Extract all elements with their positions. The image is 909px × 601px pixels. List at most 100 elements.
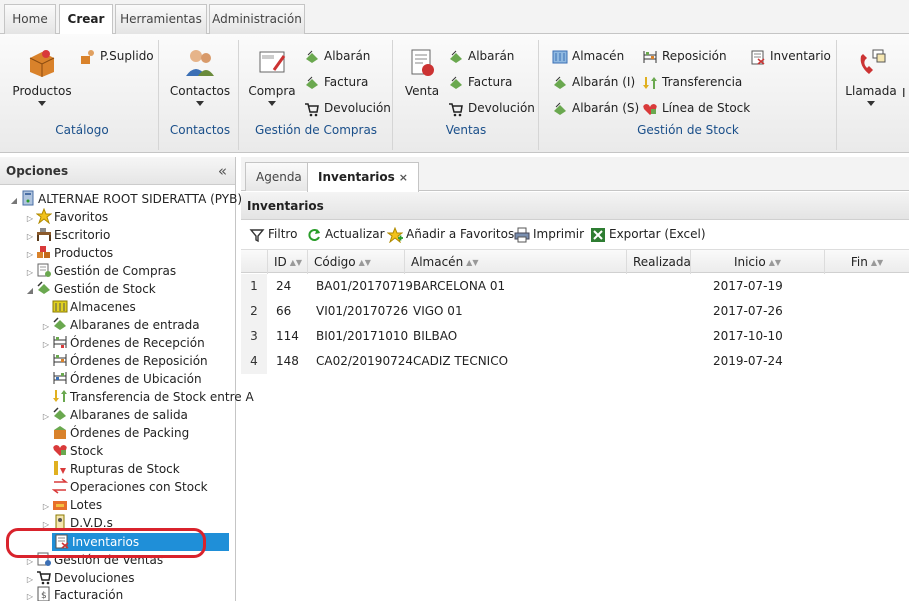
tree-item-ordenes-ubicacion[interactable]: Órdenes de Ubicación — [40, 370, 202, 388]
sort-icon[interactable]: ▲▼ — [359, 251, 371, 275]
tree-item-label: Rupturas de Stock — [70, 462, 180, 476]
albaran-i-button[interactable]: Albarán (I) — [552, 72, 635, 92]
exportar-excel-button[interactable]: Exportar (Excel) — [590, 225, 706, 243]
imprimir-button[interactable]: Imprimir — [514, 225, 584, 243]
compras-albaran-button[interactable]: Albarán — [304, 46, 370, 66]
chevron-down-icon[interactable] — [867, 101, 875, 106]
venta-button[interactable]: Venta — [400, 46, 444, 98]
collapse-icon[interactable]: « — [218, 157, 227, 185]
reposicion-button[interactable]: Reposición — [642, 46, 727, 66]
tree-item-ordenes-reposicion[interactable]: Órdenes de Reposición — [40, 352, 208, 370]
phone-icon — [860, 49, 886, 74]
tree-item-label: Gestión de Stock — [54, 282, 156, 296]
tree-item-albaranes-salida[interactable]: ▷ Albaranes de salida — [40, 406, 188, 424]
boxes-icon — [37, 246, 50, 258]
albaran-s-button[interactable]: Albarán (S) — [552, 98, 639, 118]
tree-item-albaranes-entrada[interactable]: ▷ Albaranes de entrada — [40, 316, 200, 334]
chevron-down-icon[interactable] — [196, 101, 204, 106]
tree-root[interactable]: ◢ ALTERNAE ROOT SIDERATTA (PYB) — [8, 190, 242, 208]
tree-item-lotes[interactable]: ▷ Lotes — [40, 496, 102, 514]
reception-icon — [53, 336, 67, 348]
table-row[interactable]: 2 66 VI01/20170726 VIGO 01 2017-07-26 — [241, 299, 909, 324]
close-icon[interactable]: × — [399, 171, 408, 184]
tab-administracion[interactable]: Administración — [209, 4, 305, 34]
compra-button[interactable]: Compra — [244, 46, 300, 106]
tree-item-almacenes[interactable]: Almacenes — [40, 298, 136, 316]
tab-crear[interactable]: Crear — [59, 4, 113, 35]
table-row[interactable]: 4 148 CA02/20190724 CADIZ TECNICO 2019-0… — [241, 349, 909, 374]
almacen-button[interactable]: Almacén — [552, 46, 624, 66]
star-icon — [36, 208, 52, 224]
column-header-realizada[interactable]: Realizada — [626, 250, 691, 274]
ventas-devolucion-button[interactable]: Devolución — [448, 98, 535, 118]
compras-devolucion-label: Devolución — [324, 101, 391, 115]
table-row[interactable]: 1 24 BA01/20170719 BARCELONA 01 2017-07-… — [241, 274, 909, 299]
column-header-codigo[interactable]: Código ▲▼ — [307, 250, 403, 274]
tree-item-ordenes-recepcion[interactable]: ▷ Órdenes de Recepción — [40, 334, 205, 352]
transferencia-label: Transferencia — [662, 75, 743, 89]
tab-herramientas[interactable]: Herramientas — [115, 4, 207, 34]
transferencia-button[interactable]: Transferencia — [642, 72, 742, 92]
group-ventas: Ventas — [445, 123, 487, 137]
llamada-label: Llamada — [845, 84, 897, 98]
column-header-label: Realizada — [633, 255, 691, 269]
refresh-icon — [308, 228, 320, 241]
anadir-favoritos-button[interactable]: Añadir a Favoritos — [387, 225, 514, 243]
tab-inventarios[interactable]: Inventarios × — [307, 162, 419, 192]
printer-icon — [514, 227, 530, 242]
tree-item-operaciones-stock[interactable]: Operaciones con Stock — [40, 478, 208, 496]
column-header-almacen[interactable]: Almacén ▲▼ — [404, 250, 626, 274]
tree-item-gestion-compras[interactable]: ▷ Gestión de Compras — [24, 262, 176, 280]
reposicion-label: Reposición — [662, 49, 727, 63]
invoice-icon — [259, 51, 286, 73]
column-header-inicio[interactable]: Inicio ▲▼ — [690, 250, 824, 274]
column-header-fin[interactable]: Fin ▲▼ — [824, 250, 909, 274]
sort-icon[interactable]: ▲▼ — [769, 251, 781, 275]
cell-codigo: VI01/20170726 — [316, 304, 409, 318]
collapsed-arrow-icon[interactable]: ▷ — [24, 588, 36, 601]
tree-item-label: Gestión de Compras — [54, 264, 177, 278]
sort-icon[interactable]: ▲▼ — [290, 251, 302, 275]
packing-icon — [54, 426, 66, 439]
tab-home[interactable]: Home — [4, 4, 56, 34]
tree-item-label: Órdenes de Ubicación — [70, 372, 202, 386]
table-row[interactable]: 3 114 BI01/20171010 BILBAO 2017-10-10 — [241, 324, 909, 349]
psuplido-button[interactable]: P.Suplido — [80, 46, 154, 66]
tree-item-rupturas-stock[interactable]: Rupturas de Stock — [40, 460, 180, 478]
compras-devolucion-button[interactable]: Devolución — [304, 98, 391, 118]
compras-factura-button[interactable]: Factura — [304, 72, 368, 92]
inventario-button[interactable]: Inventario — [750, 46, 831, 66]
expanded-arrow-icon[interactable]: ◢ — [24, 282, 36, 300]
column-header-id[interactable]: ID ▲▼ — [267, 250, 307, 274]
tree-item-devoluciones[interactable]: ▷ Devoluciones — [24, 569, 135, 587]
productos-label: Productos — [12, 84, 72, 98]
tree-item-label: Stock — [70, 444, 104, 458]
chevron-down-icon[interactable] — [268, 101, 276, 106]
expanded-arrow-icon[interactable]: ◢ — [8, 192, 20, 210]
tree-item-ordenes-packing[interactable]: Órdenes de Packing — [40, 424, 189, 442]
linea-stock-button[interactable]: Línea de Stock — [642, 98, 750, 118]
group-gestion-compras: Gestión de Compras — [254, 123, 378, 137]
actualizar-button[interactable]: Actualizar — [306, 225, 385, 243]
tree-item-stock[interactable]: Stock — [40, 442, 103, 460]
chevron-down-icon[interactable] — [38, 101, 46, 106]
sort-icon[interactable]: ▲▼ — [466, 251, 478, 275]
tree-item-transferencia-stock[interactable]: Transferencia de Stock entre A — [40, 388, 254, 406]
ventas-factura-button[interactable]: Factura — [448, 72, 512, 92]
ventas-albaran-button[interactable]: Albarán — [448, 46, 514, 66]
exportar-excel-label: Exportar (Excel) — [609, 227, 706, 241]
tree-item-gestion-stock[interactable]: ◢ Gestión de Stock — [24, 280, 156, 298]
llamada-button[interactable]: Llamada — [844, 46, 898, 106]
sort-icon[interactable]: ▲▼ — [871, 251, 883, 275]
tree-item-facturacion[interactable]: ▷ $ Facturación — [24, 586, 123, 601]
productos-button[interactable]: Productos — [10, 46, 74, 106]
contacts-icon — [186, 50, 214, 76]
tree-item-escritorio[interactable]: ▷ Escritorio — [24, 226, 110, 244]
excel-icon — [591, 227, 605, 242]
tree-item-productos[interactable]: ▷ Productos — [24, 244, 113, 262]
tab-agenda[interactable]: Agenda — [245, 162, 313, 191]
tree-item-favoritos[interactable]: ▷ Favoritos — [24, 208, 108, 226]
contactos-button[interactable]: Contactos — [168, 46, 232, 106]
divider — [392, 40, 393, 150]
filtro-button[interactable]: Filtro — [249, 225, 297, 243]
